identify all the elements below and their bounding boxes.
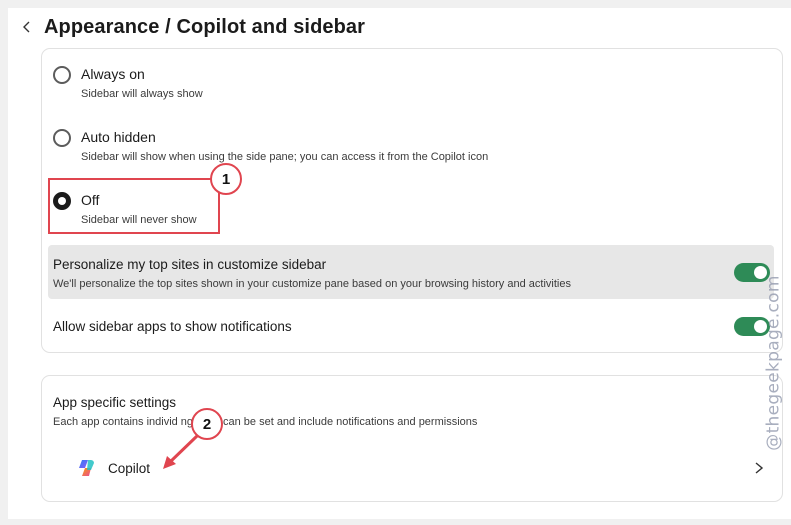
watermark-text: @thegeekpage.com (764, 275, 784, 451)
radio-button[interactable] (53, 66, 71, 84)
watermark: @thegeekpage.com (760, 268, 788, 458)
chevron-right-icon (755, 462, 764, 474)
setting-label: Allow sidebar apps to show notifications (53, 319, 292, 334)
radio-option-auto-hidden[interactable]: Auto hidden Sidebar will show when using… (53, 128, 488, 164)
option-label: Auto hidden (81, 129, 156, 145)
copilot-logo-icon (79, 460, 94, 476)
app-settings-title: App specific settings (53, 395, 177, 410)
page-header: Appearance / Copilot and sidebar (18, 12, 365, 42)
option-label: Always on (81, 66, 145, 82)
page-title: Appearance / Copilot and sidebar (44, 15, 366, 38)
setting-description: We'll personalize the top sites shown in… (53, 278, 571, 290)
setting-personalize-top-sites: Personalize my top sites in customize si… (48, 245, 774, 299)
app-settings-description: Each app contains individ ngs that can b… (53, 416, 478, 428)
back-chevron-icon[interactable] (18, 18, 36, 36)
option-description: Sidebar will show when using the side pa… (81, 151, 489, 163)
annotation-arrow (163, 434, 199, 469)
radio-option-always-on[interactable]: Always on Sidebar will always show (53, 65, 203, 101)
option-description: Sidebar will always show (81, 88, 203, 100)
setting-allow-notifications: Allow sidebar apps to show notifications (48, 318, 774, 338)
highlight-box (48, 178, 220, 234)
callout-badge-1: 1 (210, 163, 242, 195)
app-item-label: Copilot (108, 460, 151, 476)
radio-button[interactable] (53, 129, 71, 147)
setting-label: Personalize my top sites in customize si… (53, 257, 327, 272)
